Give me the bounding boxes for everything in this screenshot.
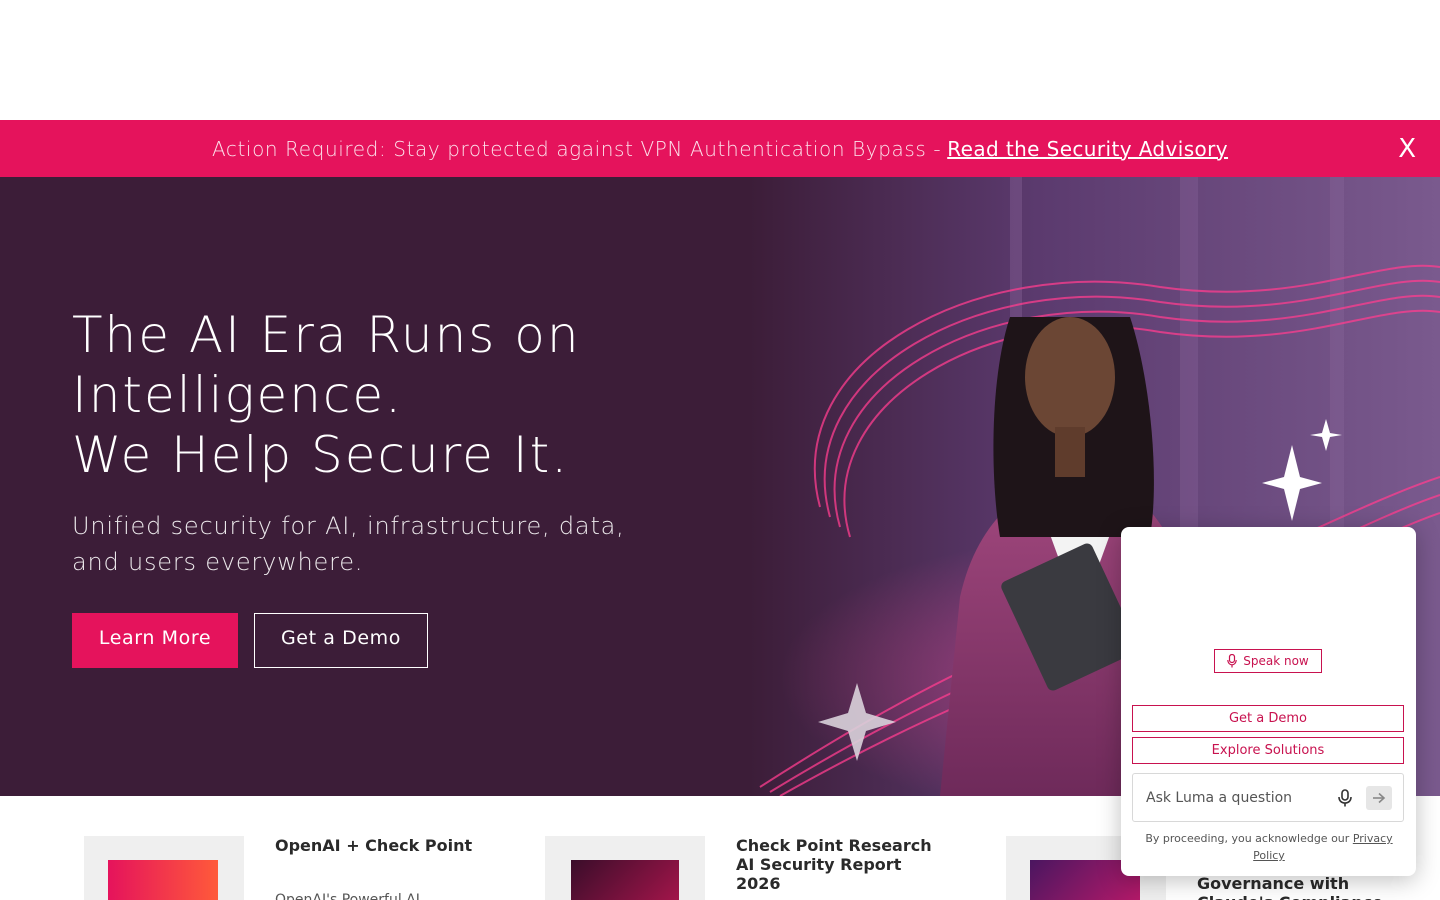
hero-title-line: The AI Era Runs on	[72, 306, 581, 364]
card-description: OpenAI's Powerful AI	[275, 892, 420, 900]
card-title[interactable]: OpenAI + Check Point	[275, 836, 475, 855]
card-openai[interactable]: OpenAI + Check Point OpenAI's Powerful A…	[84, 836, 504, 900]
chat-get-a-demo-button[interactable]: Get a Demo	[1132, 705, 1404, 732]
legal-text: By proceeding, you acknowledge our	[1145, 832, 1350, 845]
hero-title-line: Intelligence.	[72, 366, 404, 424]
speak-now-button[interactable]: Speak now	[1214, 649, 1322, 673]
top-navigation-bar	[0, 0, 1440, 120]
speak-now-label: Speak now	[1243, 654, 1309, 668]
banner-text: Action Required: Stay protected against …	[211, 136, 942, 161]
card-thumbnail	[545, 836, 705, 900]
ask-luma-input[interactable]	[1133, 774, 1323, 821]
microphone-icon	[1227, 654, 1238, 668]
get-a-demo-button[interactable]: Get a Demo	[254, 613, 428, 668]
close-icon[interactable]: X	[1398, 134, 1416, 164]
microphone-icon[interactable]	[1335, 788, 1355, 808]
hero-title-line: We Help Secure It.	[72, 426, 570, 484]
chat-input-container	[1132, 773, 1404, 822]
send-arrow-icon[interactable]	[1366, 786, 1392, 810]
learn-more-button[interactable]: Learn More	[72, 613, 238, 668]
luma-chat-widget: Speak now Get a Demo Explore Solutions B…	[1121, 527, 1416, 876]
card-ai-security-report[interactable]: Check Point Research AI Security Report …	[545, 836, 965, 900]
hero-title: The AI Era Runs on Intelligence. We Help…	[72, 305, 772, 485]
card-thumbnail	[84, 836, 244, 900]
hero-subtitle: Unified security for AI, infrastructure,…	[72, 512, 625, 576]
security-advisory-link[interactable]: Read the Security Advisory	[947, 137, 1228, 161]
chat-explore-solutions-button[interactable]: Explore Solutions	[1132, 737, 1404, 764]
chat-legal-notice: By proceeding, you acknowledge our Priva…	[1135, 830, 1403, 864]
card-title[interactable]: Governance with Claude's Compliance	[1197, 874, 1397, 900]
card-title[interactable]: Check Point Research AI Security Report …	[736, 836, 936, 893]
security-advisory-banner: Action Required: Stay protected against …	[0, 120, 1440, 177]
